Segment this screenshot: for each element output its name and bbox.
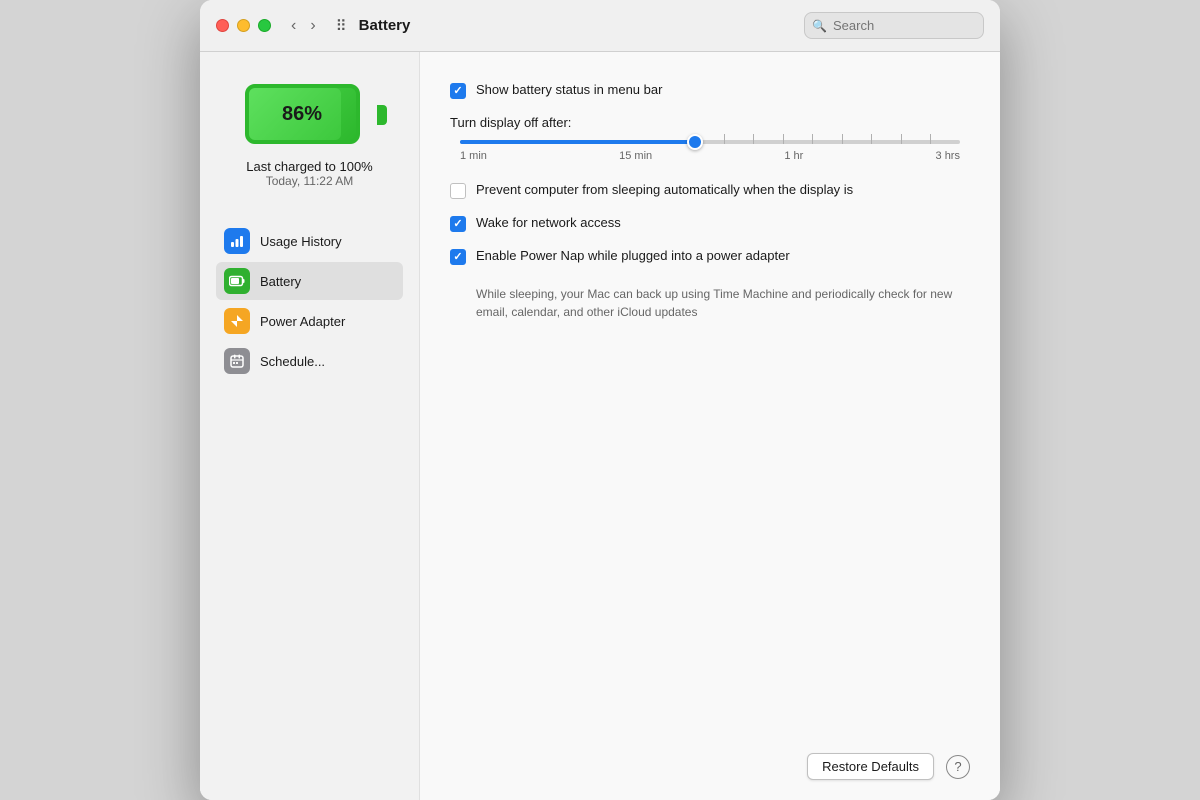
charge-info: Last charged to 100% Today, 11:22 AM bbox=[246, 159, 372, 188]
battery-body: 86% bbox=[245, 84, 360, 144]
maximize-button[interactable] bbox=[258, 19, 271, 32]
bottom-bar: Restore Defaults ? bbox=[450, 733, 970, 780]
sidebar-item-battery[interactable]: Battery bbox=[216, 262, 403, 300]
battery-percent: 86% bbox=[282, 103, 322, 126]
wake-network-label: Wake for network access bbox=[476, 215, 621, 230]
main-panel: ✓ Show battery status in menu bar Turn d… bbox=[420, 52, 1000, 800]
restore-defaults-button[interactable]: Restore Defaults bbox=[807, 753, 934, 780]
prevent-sleeping-label: Prevent computer from sleeping automatic… bbox=[476, 182, 853, 197]
battery-nav-icon bbox=[224, 268, 250, 294]
sidebar-nav: Usage History Battery bbox=[216, 222, 403, 380]
power-nap-checkbox[interactable]: ✓ bbox=[450, 249, 466, 265]
back-button[interactable]: ‹ bbox=[287, 16, 300, 36]
battery-display: 86% Last charged to 100% Today, 11:22 AM bbox=[216, 82, 403, 188]
sidebar: 86% Last charged to 100% Today, 11:22 AM bbox=[200, 52, 420, 800]
charge-title: Last charged to 100% bbox=[246, 159, 372, 174]
wake-network-checkbox[interactable]: ✓ bbox=[450, 216, 466, 232]
slider-labels: 1 min 15 min 1 hr 3 hrs bbox=[460, 150, 960, 162]
power-adapter-icon bbox=[224, 308, 250, 334]
nav-buttons: ‹ › bbox=[287, 16, 320, 36]
slider-label-1min: 1 min bbox=[460, 150, 487, 162]
display-off-section: Turn display off after: bbox=[450, 115, 970, 162]
prevent-sleeping-row: Prevent computer from sleeping automatic… bbox=[450, 182, 970, 199]
power-nap-description: While sleeping, your Mac can back up usi… bbox=[476, 285, 956, 321]
slider-label-3hrs: 3 hrs bbox=[936, 150, 960, 162]
search-container: 🔍 bbox=[804, 12, 984, 39]
slider-label-15min: 15 min bbox=[619, 150, 652, 162]
show-battery-status-label: Show battery status in menu bar bbox=[476, 82, 662, 97]
sidebar-label-usage-history: Usage History bbox=[260, 234, 342, 249]
checkbox-check: ✓ bbox=[453, 86, 462, 97]
sidebar-label-power-adapter: Power Adapter bbox=[260, 314, 345, 329]
window-title: Battery bbox=[359, 17, 792, 34]
system-preferences-window: ‹ › ⠿ Battery 🔍 86% Last c bbox=[200, 0, 1000, 800]
prevent-sleeping-checkbox[interactable] bbox=[450, 183, 466, 199]
show-battery-status-checkbox[interactable]: ✓ bbox=[450, 83, 466, 99]
usage-history-icon bbox=[224, 228, 250, 254]
sidebar-label-schedule: Schedule... bbox=[260, 354, 325, 369]
search-input[interactable] bbox=[804, 12, 984, 39]
display-off-label: Turn display off after: bbox=[450, 115, 970, 130]
minimize-button[interactable] bbox=[237, 19, 250, 32]
forward-button[interactable]: › bbox=[306, 16, 319, 36]
wake-network-row: ✓ Wake for network access bbox=[450, 215, 970, 232]
slider-container: 1 min 15 min 1 hr 3 hrs bbox=[450, 140, 970, 162]
charge-time: Today, 11:22 AM bbox=[246, 174, 372, 188]
power-nap-check: ✓ bbox=[453, 252, 462, 263]
content-area: 86% Last charged to 100% Today, 11:22 AM bbox=[200, 52, 1000, 800]
schedule-icon bbox=[224, 348, 250, 374]
battery-icon: 86% bbox=[245, 82, 375, 147]
sidebar-item-schedule[interactable]: Schedule... bbox=[216, 342, 403, 380]
sidebar-label-battery: Battery bbox=[260, 274, 301, 289]
title-bar: ‹ › ⠿ Battery 🔍 bbox=[200, 0, 1000, 52]
traffic-lights bbox=[216, 19, 271, 32]
show-battery-status-row: ✓ Show battery status in menu bar bbox=[450, 82, 970, 99]
slider-fill bbox=[460, 140, 695, 144]
slider-track bbox=[460, 140, 960, 144]
close-button[interactable] bbox=[216, 19, 229, 32]
sidebar-item-usage-history[interactable]: Usage History bbox=[216, 222, 403, 260]
battery-tip bbox=[377, 105, 387, 125]
sidebar-item-power-adapter[interactable]: Power Adapter bbox=[216, 302, 403, 340]
grid-icon[interactable]: ⠿ bbox=[336, 17, 347, 35]
slider-label-1hr: 1 hr bbox=[784, 150, 803, 162]
help-button[interactable]: ? bbox=[946, 755, 970, 779]
power-nap-row: ✓ Enable Power Nap while plugged into a … bbox=[450, 248, 970, 265]
wake-check: ✓ bbox=[453, 219, 462, 230]
power-nap-label: Enable Power Nap while plugged into a po… bbox=[476, 248, 790, 263]
